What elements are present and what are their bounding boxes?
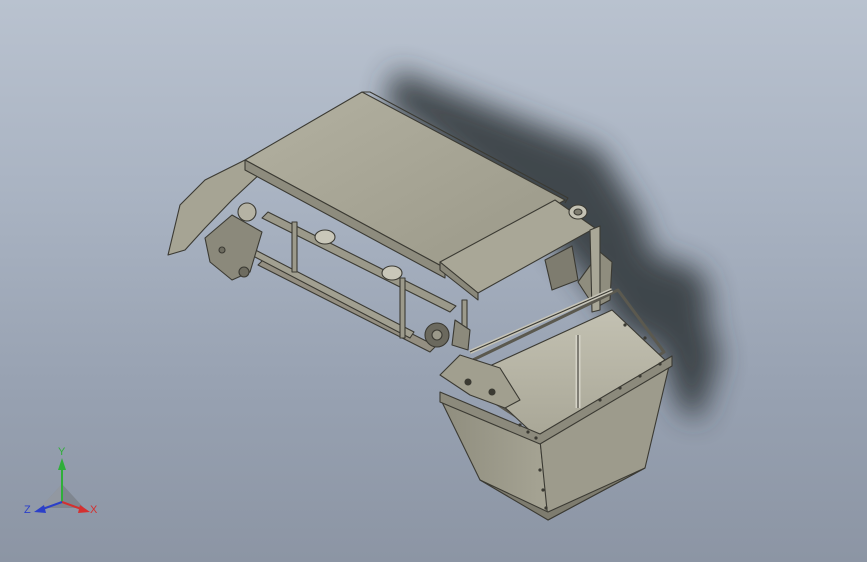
frame-post	[291, 221, 298, 273]
graphics-viewport[interactable]: Y X Z	[0, 0, 867, 562]
z-axis-arrow	[34, 505, 46, 513]
x-axis-arrow	[78, 505, 90, 513]
coordinate-triad[interactable]: Y X Z	[22, 446, 108, 526]
z-axis-label: Z	[24, 504, 31, 516]
y-axis-arrow	[58, 458, 66, 470]
3d-model-view[interactable]	[0, 0, 867, 562]
y-axis-label: Y	[58, 446, 66, 458]
x-axis-label: X	[90, 504, 98, 516]
left-bracket	[204, 214, 263, 281]
roller	[314, 229, 336, 245]
